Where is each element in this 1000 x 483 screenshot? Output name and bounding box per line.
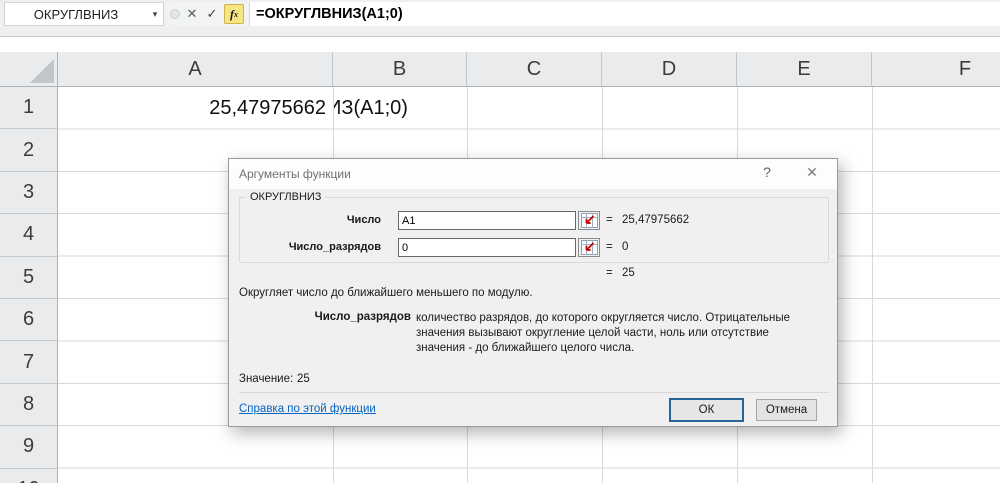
range-selector-glyph	[581, 213, 598, 228]
column-header-a[interactable]: A	[58, 52, 333, 87]
formula-text: =ОКРУГЛВНИЗ(A1;0)	[250, 6, 403, 22]
number-field-input[interactable]	[398, 211, 576, 230]
row-header-9[interactable]: 9	[0, 426, 58, 468]
column-header-c[interactable]: C	[467, 52, 602, 87]
function-name-label: ОКРУГЛВНИЗ	[246, 191, 325, 203]
row-header-10[interactable]: 10	[0, 469, 58, 483]
row-header-6[interactable]: 6	[0, 299, 58, 341]
ok-button[interactable]: ОК	[669, 398, 744, 422]
argument-help-line: значения - до ближайшего целого числа.	[416, 341, 830, 356]
excel-window: ОКРУГЛВНИЗ ▾ ✕ ✓ fx =ОКРУГЛВНИЗ(A1;0) A …	[0, 0, 1000, 483]
dialog-titlebar[interactable]: Аргументы функции ? ✕	[229, 159, 837, 189]
number-field-label: Число	[229, 214, 381, 226]
column-header-f[interactable]: F	[872, 52, 1000, 87]
cell-b1-overflow-text: ИЗ(A1;0)	[334, 87, 408, 129]
row-header-7[interactable]: 7	[0, 341, 58, 383]
name-box-value: ОКРУГЛВНИЗ	[5, 7, 147, 22]
equals-sign: =	[606, 241, 613, 253]
argument-name-label: Число_разрядов	[239, 311, 411, 323]
row-header-4[interactable]: 4	[0, 214, 58, 256]
name-box[interactable]: ОКРУГЛВНИЗ ▾	[4, 2, 164, 26]
number-field-result: 25,47975662	[622, 214, 689, 226]
formula-total-result: 25	[622, 267, 635, 279]
row-header-2[interactable]: 2	[0, 129, 58, 171]
digits-field-label: Число_разрядов	[229, 241, 381, 253]
cell-b1[interactable]: ИЗ(A1;0)	[334, 87, 466, 129]
select-all-triangle-icon	[30, 59, 54, 83]
cancel-button[interactable]: Отмена	[756, 399, 817, 421]
fx-x: x	[234, 10, 238, 19]
column-header-e[interactable]: E	[737, 52, 872, 87]
dialog-separator	[239, 392, 829, 393]
equals-sign: =	[606, 267, 613, 279]
cancel-entry-icon[interactable]: ✕	[184, 6, 200, 22]
row-header-8[interactable]: 8	[0, 384, 58, 426]
function-description: Округляет число до ближайшего меньшего п…	[239, 287, 533, 299]
argument-help-text: количество разрядов, до которого округля…	[416, 311, 830, 356]
dialog-close-icon[interactable]: ✕	[802, 164, 822, 184]
insert-function-icon[interactable]: fx	[224, 4, 244, 24]
row-header-5[interactable]: 5	[0, 257, 58, 299]
value-label: Значение:	[239, 373, 293, 385]
function-help-link[interactable]: Справка по этой функции	[239, 403, 376, 415]
collapse-dialog-icon[interactable]	[578, 238, 600, 257]
digits-field-result: 0	[622, 241, 628, 253]
range-selector-glyph	[581, 240, 598, 255]
row-header-1[interactable]: 1	[0, 87, 58, 129]
cell-a1[interactable]: 25,47975662	[58, 87, 326, 129]
digits-field-input[interactable]	[398, 238, 576, 257]
enter-entry-icon[interactable]: ✓	[204, 6, 220, 22]
formula-bar: ОКРУГЛВНИЗ ▾ ✕ ✓ fx =ОКРУГЛВНИЗ(A1;0)	[0, 0, 1000, 37]
function-arguments-dialog: Аргументы функции ? ✕ ОКРУГЛВНИЗ Число =…	[228, 158, 838, 427]
dialog-title: Аргументы функции	[239, 167, 351, 181]
select-all-button[interactable]	[0, 52, 58, 87]
argument-help-line: значения вызывают округление целой части…	[416, 326, 830, 341]
grip-dot-icon	[170, 9, 180, 19]
row-header-3[interactable]: 3	[0, 172, 58, 214]
name-box-dropdown-icon[interactable]: ▾	[147, 9, 163, 20]
formula-input[interactable]: =ОКРУГЛВНИЗ(A1;0)	[249, 2, 1000, 26]
equals-sign: =	[606, 214, 613, 226]
gridline	[872, 87, 873, 483]
formula-bar-buttons: ✕ ✓ fx	[165, 2, 249, 26]
dialog-help-icon[interactable]: ?	[757, 164, 777, 184]
column-header-d[interactable]: D	[602, 52, 737, 87]
value-result: 25	[297, 373, 310, 385]
collapse-dialog-icon[interactable]	[578, 211, 600, 230]
argument-help-line: количество разрядов, до которого округля…	[416, 311, 830, 326]
column-header-b[interactable]: B	[333, 52, 467, 87]
